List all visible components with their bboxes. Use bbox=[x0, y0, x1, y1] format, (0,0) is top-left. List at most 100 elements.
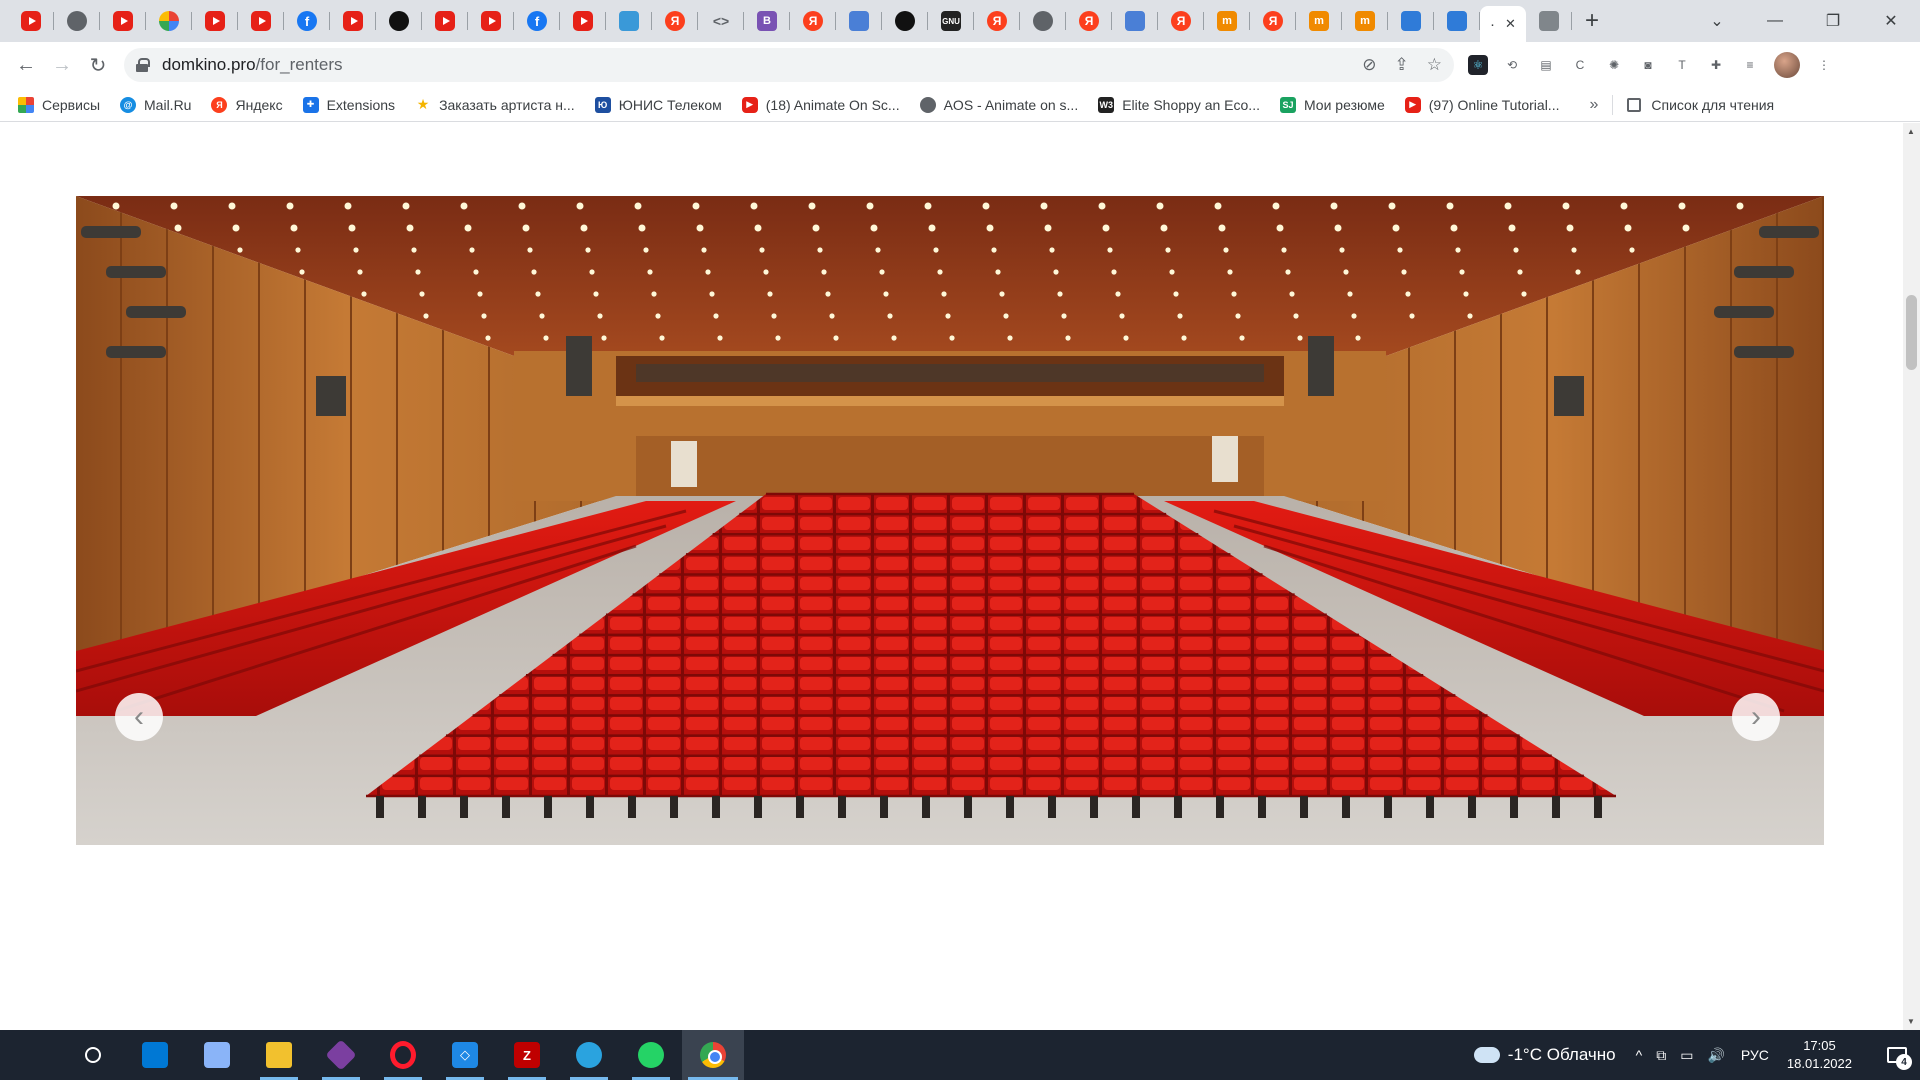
bookmark-star-icon[interactable]: ☆ bbox=[1427, 55, 1442, 75]
taskbar-opera[interactable] bbox=[372, 1030, 434, 1080]
tab-youtube[interactable] bbox=[100, 0, 146, 42]
bookmark-item[interactable]: ▶ (18) Animate On Sc... bbox=[741, 96, 900, 113]
tab-yandex[interactable]: Я bbox=[1158, 0, 1204, 42]
back-button[interactable]: ← bbox=[8, 47, 44, 83]
vertical-scrollbar[interactable]: ▲ ▼ bbox=[1903, 123, 1920, 1030]
tab-trello[interactable] bbox=[606, 0, 652, 42]
bookmark-item[interactable]: SJ Мои резюме bbox=[1279, 96, 1385, 113]
tab-github[interactable] bbox=[376, 0, 422, 42]
tab-youtube[interactable] bbox=[468, 0, 514, 42]
forward-button[interactable]: → bbox=[44, 47, 80, 83]
battery-icon[interactable]: ▭ bbox=[1680, 1047, 1693, 1064]
bookmark-item[interactable]: ▶ (97) Online Tutorial... bbox=[1404, 96, 1559, 113]
tab-youtube[interactable] bbox=[192, 0, 238, 42]
tab-search-button[interactable]: ⌄ bbox=[1688, 0, 1746, 42]
reload-button[interactable]: ↻ bbox=[80, 47, 116, 83]
lock-icon[interactable] bbox=[136, 58, 150, 72]
tab-yandex[interactable]: Я bbox=[1250, 0, 1296, 42]
media-icon[interactable]: ≡ bbox=[1740, 55, 1760, 75]
window-controls: ⌄ — ❐ ✕ bbox=[1688, 0, 1920, 42]
tab-github[interactable] bbox=[882, 0, 928, 42]
volume-icon[interactable]: 🔊 bbox=[1707, 1047, 1724, 1064]
tab-facebook[interactable]: f bbox=[514, 0, 560, 42]
taskbar-git[interactable] bbox=[310, 1030, 372, 1080]
device-icon[interactable]: ⧉ bbox=[1656, 1047, 1666, 1064]
slider-prev-button[interactable]: ‹ bbox=[115, 693, 163, 741]
taskbar-filezilla[interactable]: Z bbox=[496, 1030, 558, 1080]
share-icon[interactable]: ⇪ bbox=[1395, 55, 1409, 75]
bookmark-item[interactable]: Ю ЮНИС Телеком bbox=[594, 96, 722, 113]
tab-yandex[interactable]: Я bbox=[974, 0, 1020, 42]
taskbar-vscode[interactable]: ◇ bbox=[434, 1030, 496, 1080]
reading-list-button[interactable]: Список для чтения bbox=[1627, 97, 1774, 113]
tab-yandex[interactable]: Я bbox=[652, 0, 698, 42]
tab-youtube[interactable] bbox=[422, 0, 468, 42]
language-indicator[interactable]: РУС bbox=[1741, 1047, 1769, 1063]
scroll-down-icon[interactable]: ▼ bbox=[1907, 1017, 1915, 1026]
menu-icon[interactable]: ⋮ bbox=[1814, 55, 1834, 75]
tab-bootstrap[interactable]: B bbox=[744, 0, 790, 42]
tab-code[interactable]: <> bbox=[698, 0, 744, 42]
loop-icon[interactable]: ⟲ bbox=[1502, 55, 1522, 75]
camera-icon[interactable]: ◙ bbox=[1638, 55, 1658, 75]
tab-flag[interactable] bbox=[1112, 0, 1158, 42]
tab-yandex[interactable]: Я bbox=[790, 0, 836, 42]
avatar-icon[interactable] bbox=[1774, 52, 1800, 78]
address-bar[interactable]: domkino.pro/for_renters ⊘ ⇪ ☆ bbox=[124, 48, 1454, 82]
tab-youtube[interactable] bbox=[238, 0, 284, 42]
taskbar-store[interactable] bbox=[124, 1030, 186, 1080]
tab-facebook[interactable]: f bbox=[284, 0, 330, 42]
scrollbar-thumb[interactable] bbox=[1906, 295, 1917, 370]
bookmark-item[interactable]: ✚ Extensions bbox=[302, 96, 395, 113]
tab-globe[interactable] bbox=[54, 0, 100, 42]
taskbar-folder[interactable] bbox=[248, 1030, 310, 1080]
bookmark-item[interactable]: @ Mail.Ru bbox=[120, 96, 191, 113]
doc-icon[interactable]: ▤ bbox=[1536, 55, 1556, 75]
more-bookmarks-button[interactable]: » bbox=[1589, 96, 1598, 114]
bookmark-item[interactable]: ★ Заказать артиста н... bbox=[415, 96, 575, 113]
tab-youtube[interactable] bbox=[330, 0, 376, 42]
close-window-button[interactable]: ✕ bbox=[1862, 0, 1920, 42]
active-tab[interactable]: · ✕ bbox=[1480, 6, 1526, 42]
tab-orange[interactable]: m bbox=[1204, 0, 1250, 42]
tab-pocketblue[interactable] bbox=[1434, 0, 1480, 42]
tab-camera[interactable] bbox=[1526, 0, 1572, 42]
bookmark-item[interactable]: Я Яндекс bbox=[211, 96, 283, 113]
taskbar-start[interactable] bbox=[0, 1030, 62, 1080]
tab-pocketblue[interactable] bbox=[1388, 0, 1434, 42]
tab-yandex[interactable]: Я bbox=[1066, 0, 1112, 42]
slider-next-button[interactable]: › bbox=[1732, 693, 1780, 741]
tab-orange[interactable]: m bbox=[1342, 0, 1388, 42]
tab-youtube[interactable] bbox=[8, 0, 54, 42]
taskbar-whatsapp[interactable] bbox=[620, 1030, 682, 1080]
taskbar-telegram[interactable] bbox=[558, 1030, 620, 1080]
bookmark-item[interactable]: AOS - Animate on s... bbox=[919, 96, 1078, 113]
tab-multi[interactable] bbox=[146, 0, 192, 42]
minimize-button[interactable]: — bbox=[1746, 0, 1804, 42]
close-tab-icon[interactable]: ✕ bbox=[1505, 16, 1516, 32]
bookmark-item[interactable]: Сервисы bbox=[18, 96, 100, 113]
taskbar-chrome[interactable] bbox=[682, 1030, 744, 1080]
tab-youtube[interactable] bbox=[560, 0, 606, 42]
tab-globe[interactable] bbox=[1020, 0, 1066, 42]
tab-flag[interactable] bbox=[836, 0, 882, 42]
bookmark-item[interactable]: W3 Elite Shoppy an Eco... bbox=[1098, 96, 1260, 113]
url-text[interactable]: domkino.pro/for_renters bbox=[162, 55, 343, 75]
weather-widget[interactable]: -1°C Облачно bbox=[1473, 1045, 1616, 1065]
tab-orange[interactable]: m bbox=[1296, 0, 1342, 42]
eye-off-icon[interactable]: ⊘ bbox=[1362, 55, 1376, 75]
c-icon[interactable]: C bbox=[1570, 55, 1590, 75]
sparkle-icon[interactable]: ✺ bbox=[1604, 55, 1624, 75]
scroll-up-icon[interactable]: ▲ bbox=[1907, 127, 1915, 136]
taskbar-search[interactable] bbox=[62, 1030, 124, 1080]
taskbar-photos[interactable] bbox=[186, 1030, 248, 1080]
tray-chevron-icon[interactable]: ^ bbox=[1636, 1047, 1643, 1064]
clock[interactable]: 17:05 18.01.2022 bbox=[1787, 1037, 1852, 1073]
new-tab-button[interactable]: + bbox=[1572, 0, 1612, 42]
T-icon[interactable]: T bbox=[1672, 55, 1692, 75]
react-icon[interactable]: ⚛ bbox=[1468, 55, 1488, 75]
puzzle-icon[interactable]: ✚ bbox=[1706, 55, 1726, 75]
tab-dark[interactable]: GNU bbox=[928, 0, 974, 42]
restore-button[interactable]: ❐ bbox=[1804, 0, 1862, 42]
notifications-button[interactable]: 4 bbox=[1874, 1030, 1920, 1080]
